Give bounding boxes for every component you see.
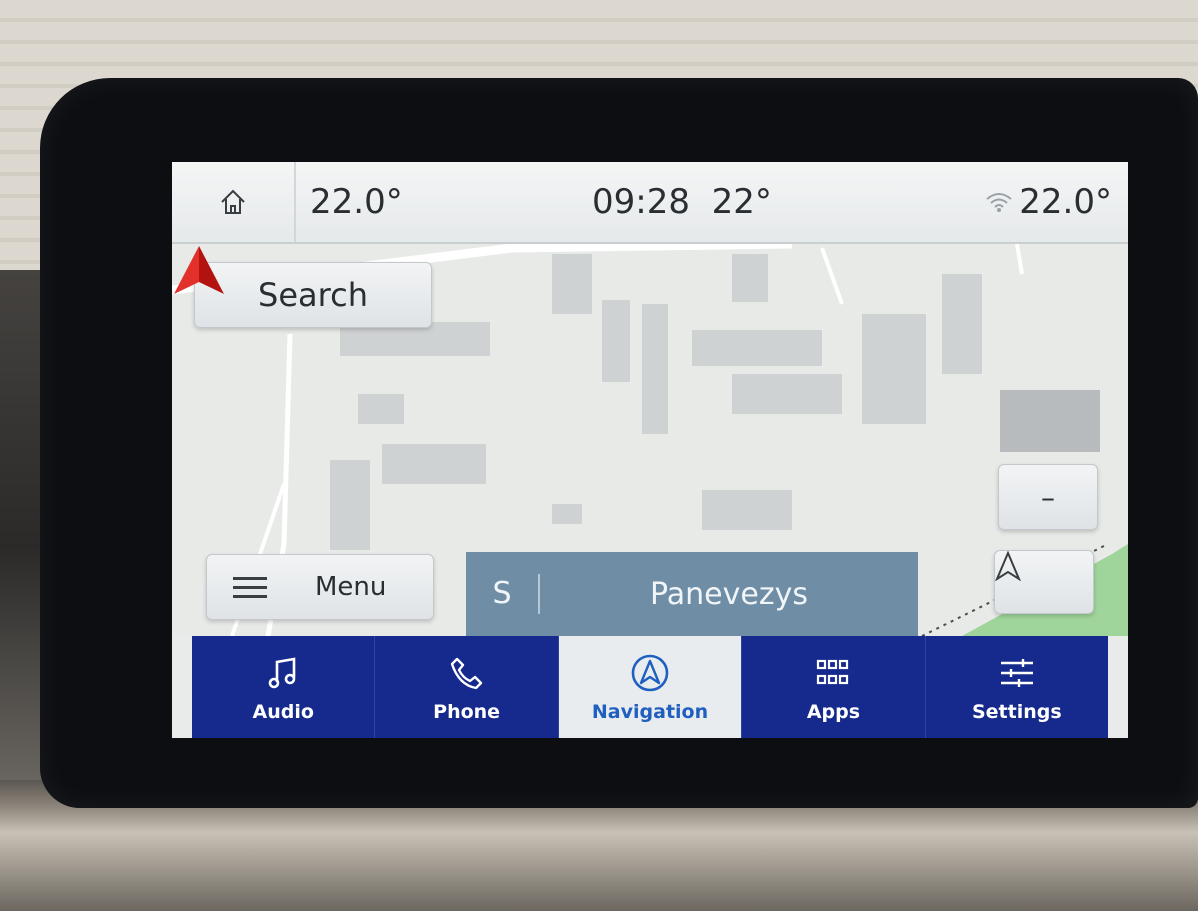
tab-apps-label: Apps xyxy=(806,701,861,723)
outside-temperature: 22° xyxy=(711,182,772,222)
bottom-tab-bar: Audio Phone Navigation Apps Settings xyxy=(192,636,1108,738)
north-arrow-icon xyxy=(995,551,1021,581)
status-bar: 22.0° 09:28 22° 22.0° xyxy=(172,162,1128,244)
tab-apps[interactable]: Apps xyxy=(742,636,926,738)
street-name: Panevezys xyxy=(650,576,808,612)
sliders-icon xyxy=(1000,659,1033,687)
clock: 09:28 xyxy=(592,182,690,222)
recenter-button[interactable] xyxy=(994,550,1094,614)
tab-navigation-label: Navigation xyxy=(591,701,709,723)
hamburger-icon xyxy=(233,571,267,604)
tab-phone-label: Phone xyxy=(433,701,501,723)
infotainment-screen: 22.0° 09:28 22° 22.0° Search Menu – S Pa… xyxy=(172,162,1128,738)
tab-settings-label: Settings xyxy=(971,701,1062,723)
map-overlay-block xyxy=(1000,390,1100,452)
tab-audio-label: Audio xyxy=(252,701,314,723)
heading-direction: S xyxy=(466,574,540,614)
right-temperature: 22.0° xyxy=(1019,182,1112,222)
phone-icon xyxy=(450,657,482,690)
music-note-icon xyxy=(268,657,296,689)
tab-settings[interactable]: Settings xyxy=(926,636,1108,738)
search-button[interactable]: Search xyxy=(194,262,432,328)
navigation-map[interactable]: Search Menu – S Panevezys xyxy=(172,244,1128,636)
tab-audio[interactable]: Audio xyxy=(192,636,376,738)
clock-and-outside-temp: 09:28 22° xyxy=(592,182,772,222)
current-street-bar: S Panevezys xyxy=(466,552,918,636)
zoom-out-button[interactable]: – xyxy=(998,464,1098,530)
wifi-icon xyxy=(986,193,1012,212)
tab-phone[interactable]: Phone xyxy=(375,636,559,738)
left-temperature[interactable]: 22.0° xyxy=(310,182,403,222)
home-icon xyxy=(221,189,245,214)
right-temperature-group[interactable]: 22.0° xyxy=(985,182,1112,222)
menu-button[interactable]: Menu xyxy=(206,554,434,620)
vehicle-position-icon xyxy=(174,246,224,294)
navigation-icon xyxy=(631,654,669,692)
home-button[interactable] xyxy=(172,162,296,242)
apps-grid-icon xyxy=(817,659,849,685)
tab-navigation[interactable]: Navigation xyxy=(558,636,743,738)
menu-label: Menu xyxy=(315,572,387,602)
